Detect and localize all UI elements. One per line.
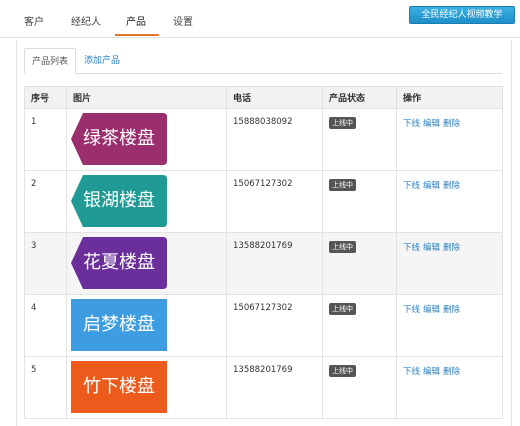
offline-link[interactable]: 下线 [403, 367, 420, 377]
tab-customers[interactable]: 客户 [24, 13, 44, 28]
row-status-cell: 上线中 [322, 294, 397, 357]
row-image-cell: 银湖楼盘 [66, 170, 227, 233]
tab-brokers[interactable]: 经纪人 [71, 13, 101, 28]
table-row: 2 银湖楼盘 15067127302 上线中 下线 编辑 删除 [24, 170, 503, 233]
table-row: 1 绿茶楼盘 15888038092 上线中 下线 编辑 删除 [24, 108, 503, 171]
thumbnail-text: 花夏楼盘 [83, 252, 155, 273]
thumbnail-text: 竹下楼盘 [83, 376, 155, 397]
row-index: 1 [24, 108, 67, 171]
edit-link[interactable]: 编辑 [423, 305, 440, 315]
tab-settings[interactable]: 设置 [173, 13, 193, 28]
header-phone: 电话 [226, 86, 323, 109]
status-badge: 上线中 [329, 179, 356, 191]
product-thumbnail: 竹下楼盘 [71, 361, 167, 413]
status-badge: 上线中 [329, 365, 356, 377]
row-image-cell: 花夏楼盘 [66, 232, 227, 295]
table-row: 3 花夏楼盘 13588201769 上线中 下线 编辑 删除 [24, 232, 503, 295]
table-row: 5 竹下楼盘 13588201769 上线中 下线 编辑 删除 [24, 356, 503, 419]
row-index: 5 [24, 356, 67, 419]
edit-link[interactable]: 编辑 [423, 367, 440, 377]
header-actions: 操作 [396, 86, 503, 109]
offline-link[interactable]: 下线 [403, 305, 420, 315]
thumbnail-text: 绿茶楼盘 [83, 128, 155, 149]
row-actions: 下线 编辑 删除 [396, 108, 503, 171]
offline-link[interactable]: 下线 [403, 243, 420, 253]
table-row: 4 启梦楼盘 15067127302 上线中 下线 编辑 删除 [24, 294, 503, 357]
row-phone: 13588201769 [226, 232, 323, 295]
delete-link[interactable]: 删除 [443, 181, 460, 191]
status-badge: 上线中 [329, 241, 356, 253]
offline-link[interactable]: 下线 [403, 119, 420, 129]
row-phone: 15888038092 [226, 108, 323, 171]
row-index: 2 [24, 170, 67, 233]
product-thumbnail: 绿茶楼盘 [71, 113, 167, 165]
edit-link[interactable]: 编辑 [423, 243, 440, 253]
active-tab-indicator [115, 34, 159, 36]
header-index: 序号 [24, 86, 67, 109]
row-phone: 13588201769 [226, 356, 323, 419]
product-thumbnail: 启梦楼盘 [71, 299, 167, 351]
thumbnail-text: 启梦楼盘 [83, 314, 155, 335]
row-actions: 下线 编辑 删除 [396, 170, 503, 233]
row-phone: 15067127302 [226, 294, 323, 357]
edit-link[interactable]: 编辑 [423, 181, 440, 191]
delete-link[interactable]: 删除 [443, 367, 460, 377]
subtab-product-list[interactable]: 产品列表 [24, 48, 76, 74]
tab-products[interactable]: 产品 [126, 13, 146, 28]
delete-link[interactable]: 删除 [443, 243, 460, 253]
status-badge: 上线中 [329, 303, 356, 315]
row-phone: 15067127302 [226, 170, 323, 233]
row-index: 3 [24, 232, 67, 295]
row-index: 4 [24, 294, 67, 357]
row-image-cell: 启梦楼盘 [66, 294, 227, 357]
product-table: 序号 图片 电话 产品状态 操作 1 绿茶楼盘 15888038092 上线中 下线 编辑… [24, 86, 503, 419]
sub-tab-bar: 产品列表 添加产品 [24, 48, 502, 74]
thumbnail-text: 银湖楼盘 [83, 190, 155, 211]
edit-link[interactable]: 编辑 [423, 119, 440, 129]
row-status-cell: 上线中 [322, 108, 397, 171]
row-image-cell: 绿茶楼盘 [66, 108, 227, 171]
row-actions: 下线 编辑 删除 [396, 294, 503, 357]
row-image-cell: 竹下楼盘 [66, 356, 227, 419]
subtab-add-product[interactable]: 添加产品 [84, 48, 120, 74]
header-image: 图片 [66, 86, 227, 109]
offline-link[interactable]: 下线 [403, 181, 420, 191]
video-tutorial-button[interactable]: 全民经纪人视频教学 [409, 6, 515, 24]
status-badge: 上线中 [329, 117, 356, 129]
delete-link[interactable]: 删除 [443, 119, 460, 129]
row-status-cell: 上线中 [322, 170, 397, 233]
product-thumbnail: 银湖楼盘 [71, 175, 167, 227]
row-actions: 下线 编辑 删除 [396, 356, 503, 419]
header-status: 产品状态 [322, 86, 397, 109]
product-thumbnail: 花夏楼盘 [71, 237, 167, 289]
top-navigation: 客户 经纪人 产品 设置 全民经纪人视频教学 [0, 0, 520, 38]
row-status-cell: 上线中 [322, 232, 397, 295]
row-actions: 下线 编辑 删除 [396, 232, 503, 295]
table-header-row: 序号 图片 电话 产品状态 操作 [24, 86, 503, 109]
delete-link[interactable]: 删除 [443, 305, 460, 315]
row-status-cell: 上线中 [322, 356, 397, 419]
